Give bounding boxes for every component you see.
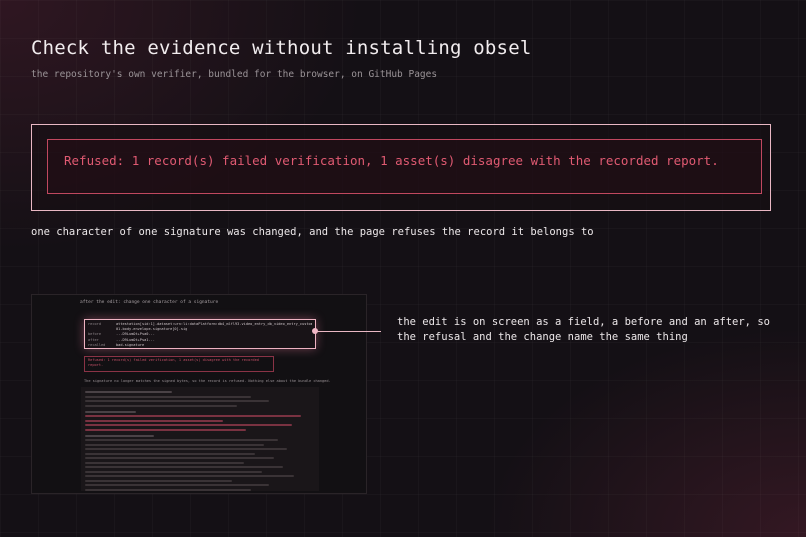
connector-line — [317, 331, 381, 332]
callout-caption: one character of one signature was chang… — [31, 226, 594, 238]
screenshot-refusal-box: Refused: 1 record(s) failed verification… — [84, 356, 274, 372]
field-key: recalled — [88, 342, 106, 347]
refusal-message: Refused: 1 record(s) failed verification… — [64, 153, 719, 168]
output-line — [85, 443, 265, 446]
output-line — [85, 404, 237, 407]
output-line — [85, 424, 292, 426]
output-line — [85, 439, 279, 441]
output-line — [85, 484, 269, 486]
page: Check the evidence without installing ob… — [0, 0, 806, 537]
page-title: Check the evidence without installing ob… — [31, 37, 532, 59]
screenshot-heading: after the edit: change one character of … — [80, 300, 219, 305]
screenshot-note: The signature no longer matches the sign… — [84, 379, 331, 383]
output-line — [85, 395, 251, 398]
output-line — [85, 391, 173, 393]
annotation-note: the edit is on screen as a field, a befo… — [397, 316, 770, 343]
output-line — [85, 470, 263, 473]
output-line — [85, 410, 136, 413]
field-value: bad-signature — [116, 342, 145, 347]
output-line — [85, 428, 246, 431]
refusal-message-box: Refused: 1 record(s) failed verification… — [47, 139, 762, 194]
output-line — [85, 419, 223, 422]
output-line — [85, 461, 244, 464]
output-line — [85, 415, 302, 417]
output-line — [85, 457, 274, 459]
verifier-output-panel — [81, 387, 319, 491]
output-line — [85, 475, 295, 477]
page-subtitle: the repository's own verifier, bundled f… — [31, 69, 438, 80]
output-line — [85, 466, 283, 468]
edited-signature-field: record attestation[sid:1].dataset:urn:li… — [84, 319, 316, 349]
output-line — [85, 400, 269, 402]
output-line — [85, 488, 251, 491]
output-line — [85, 452, 256, 455]
refusal-callout: Refused: 1 record(s) failed verification… — [31, 124, 771, 211]
output-line — [85, 434, 154, 437]
verifier-screenshot: after the edit: change one character of … — [31, 294, 367, 494]
output-line — [85, 448, 288, 450]
output-line — [85, 479, 233, 482]
field-row: recalled bad-signature — [88, 343, 312, 348]
